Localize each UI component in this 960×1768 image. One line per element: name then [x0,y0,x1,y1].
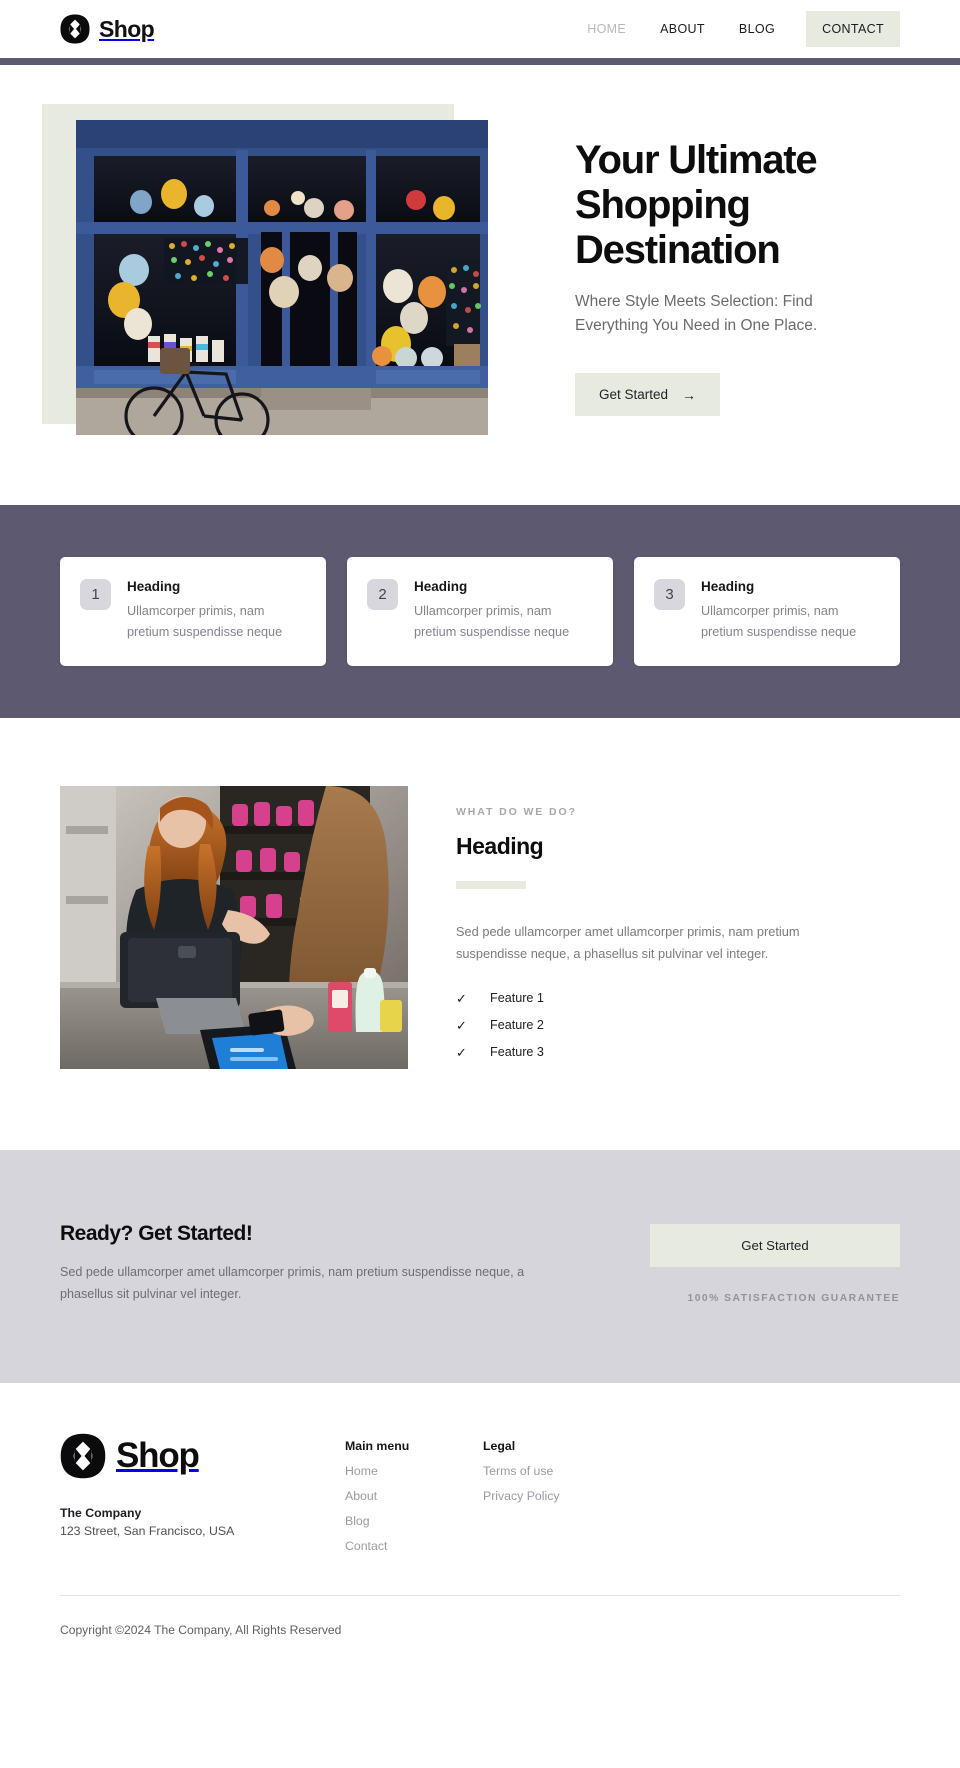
cta-title: Ready? Get Started! [60,1222,253,1246]
feature-card-text: Ullamcorper primis, nam pretium suspendi… [701,604,857,639]
footer-divider [60,1594,900,1596]
footer-link-terms-of-use[interactable]: Terms of use [483,1464,683,1478]
cta-paragraph: Sed pede ullamcorper amet ullamcorper pr… [60,1265,525,1301]
nav-item-blog[interactable]: BLOG [722,22,792,36]
footer-link-contact[interactable]: Contact [345,1539,483,1553]
list-item: ✓ Feature 3 [456,1045,900,1059]
feature-card-heading: Heading [127,579,181,594]
about-heading: Heading [456,833,544,860]
footer-column-legal: Legal Terms of use Privacy Policy [483,1433,683,1503]
about-copy: WHAT DO WE DO? Heading Sed pede ullamcor… [408,786,900,1072]
hero-subtitle: Where Style Meets Selection: Find Everyt… [575,293,818,334]
check-icon: ✓ [456,1044,467,1060]
feature-card-text: Ullamcorper primis, nam pretium suspendi… [414,604,570,639]
copyright-text: Copyright ©2024 The Company, All Rights … [60,1622,342,1637]
about-eyebrow: WHAT DO WE DO? [456,806,577,819]
footer-column-main-menu: Main menu Home About Blog Contact [345,1433,483,1553]
about-image-checkout-counter [60,786,408,1070]
header-divider-rule [0,58,960,65]
feature-card[interactable]: 1 Heading Ullamcorper primis, nam pretiu… [60,557,326,667]
hero-section: Your Ultimate Shopping Destination Where… [0,65,960,505]
feature-card[interactable]: 2 Heading Ullamcorper primis, nam pretiu… [347,557,613,667]
cta-section: Ready? Get Started! Sed pede ullamcorper… [0,1150,960,1383]
feature-card-number: 1 [80,579,111,610]
site-header: Shop HOME ABOUT BLOG CONTACT [0,0,960,58]
shop-logo-icon [60,1433,106,1479]
footer-link-privacy-policy[interactable]: Privacy Policy [483,1489,683,1503]
feature-cards-band: 1 Heading Ullamcorper primis, nam pretiu… [0,505,960,719]
brand-name: Shop [99,15,155,42]
hero-get-started-label: Get Started [599,387,669,403]
main-navigation: HOME ABOUT BLOG CONTACT [570,11,900,47]
nav-item-home[interactable]: HOME [570,22,643,36]
accent-divider [456,881,526,890]
footer-link-blog[interactable]: Blog [345,1514,483,1528]
footer-brand-name: Shop [116,1435,200,1475]
hero-get-started-button[interactable]: Get Started → [575,373,721,417]
contact-button[interactable]: CONTACT [806,11,900,47]
shop-logo-icon [60,14,90,44]
landing-page: Shop HOME ABOUT BLOG CONTACT Your Ultima… [0,0,960,1677]
footer-brand: Shop The Company 123 Street, San Francis… [60,1433,345,1538]
nav-item-about[interactable]: ABOUT [643,22,722,36]
list-item: ✓ Feature 1 [456,991,900,1005]
hero-media [42,104,525,435]
feature-card-number: 2 [367,579,398,610]
feature-card-text: Ullamcorper primis, nam pretium suspendi… [127,604,283,639]
hero-copy: Your Ultimate Shopping Destination Where… [525,120,900,417]
footer-brand-link[interactable]: Shop [60,1433,345,1479]
footer-column-title: Main menu [345,1438,410,1453]
feature-list: ✓ Feature 1 ✓ Feature 2 ✓ Feature 3 [456,991,900,1059]
feature-card-heading: Heading [414,579,468,594]
feature-label: Feature 2 [490,1018,544,1033]
what-we-do-section: WHAT DO WE DO? Heading Sed pede ullamcor… [0,718,960,1151]
satisfaction-guarantee-badge: 100% SATISFACTION GUARANTEE [687,1293,900,1305]
list-item: ✓ Feature 2 [456,1018,900,1032]
footer-link-about[interactable]: About [345,1489,483,1503]
check-icon: ✓ [456,1017,467,1033]
company-name: The Company [60,1505,142,1520]
feature-card-heading: Heading [701,579,755,594]
feature-card-number: 3 [654,579,685,610]
feature-label: Feature 1 [490,991,544,1006]
hero-title: Your Ultimate Shopping Destination [575,138,818,272]
hero-image-storefront [76,120,488,435]
check-icon: ✓ [456,990,467,1006]
about-paragraph: Sed pede ullamcorper amet ullamcorper pr… [456,924,800,962]
company-address: 123 Street, San Francisco, USA [60,1523,235,1538]
footer-link-home[interactable]: Home [345,1464,483,1478]
arrow-right-icon: → [682,386,697,403]
feature-label: Feature 3 [490,1045,544,1060]
brand-logo-link[interactable]: Shop [60,14,155,44]
footer-column-title: Legal [483,1438,516,1453]
site-footer: Shop The Company 123 Street, San Francis… [0,1382,960,1677]
feature-card[interactable]: 3 Heading Ullamcorper primis, nam pretiu… [634,557,900,667]
cta-get-started-button[interactable]: Get Started [650,1224,900,1268]
